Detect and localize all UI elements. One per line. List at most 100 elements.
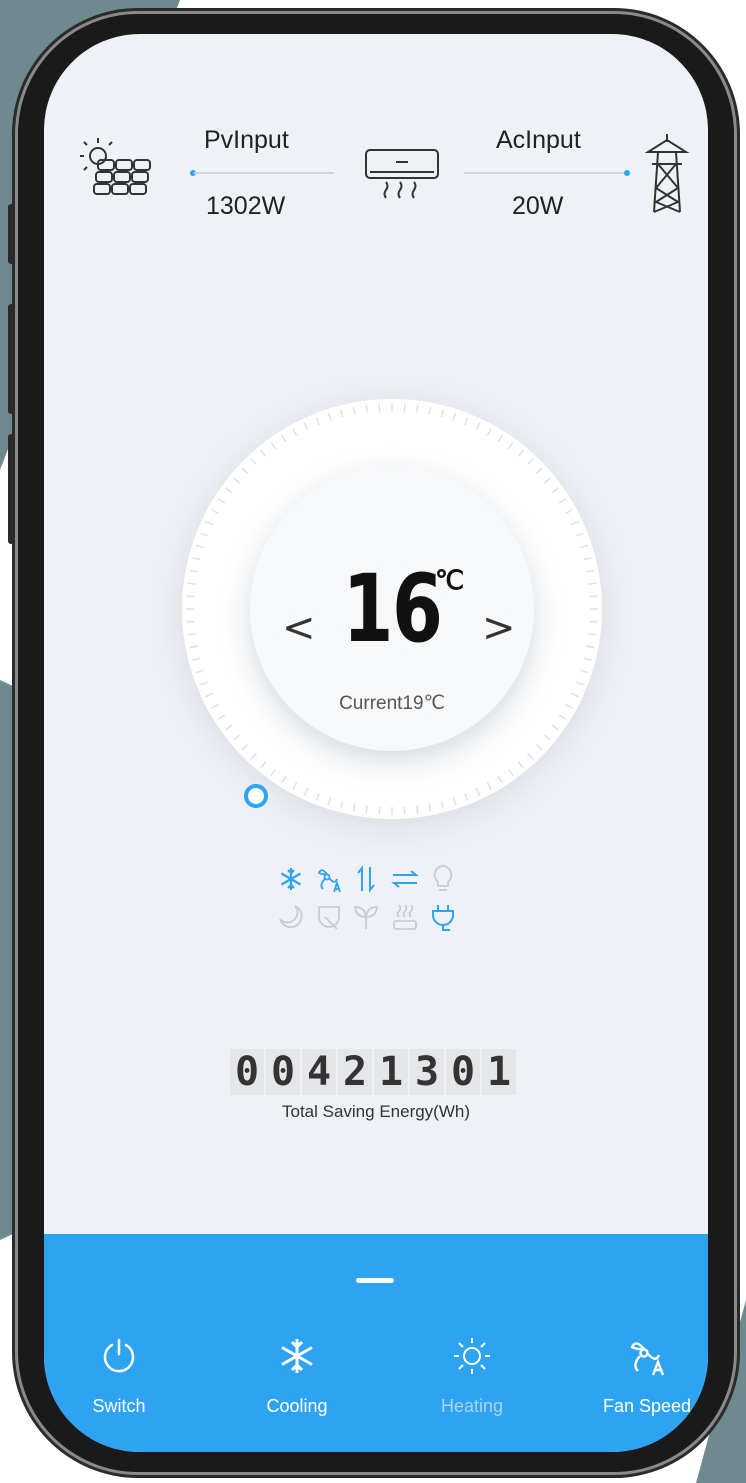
dial-tick: [378, 806, 381, 815]
dial-tick: [583, 657, 592, 661]
dial-tick: [588, 582, 597, 585]
dial-tick: [544, 477, 552, 484]
dial-tick: [570, 692, 579, 698]
ac-input-value: 20W: [512, 192, 564, 220]
switch-button[interactable]: Switch: [64, 1334, 174, 1424]
dial-handle[interactable]: [244, 784, 268, 808]
fan-speed-button[interactable]: Fan Speed: [592, 1334, 702, 1424]
dial-tick: [440, 800, 444, 809]
dial-tick: [551, 724, 560, 731]
dial-tick: [403, 806, 406, 815]
set-temperature: 16: [342, 555, 443, 664]
dial-tick: [586, 569, 595, 573]
dial-tick: [270, 441, 277, 450]
increase-temp-button[interactable]: >: [482, 605, 516, 651]
dial-tick: [217, 714, 226, 721]
dial-tick: [507, 441, 514, 450]
dial-tick: [565, 703, 573, 709]
pv-input-label: PvInput: [204, 126, 289, 154]
dial-tick: [211, 703, 219, 709]
control-panel: Switch Cooling Heating Fan Speed: [44, 1234, 708, 1452]
dial-tick: [327, 412, 332, 421]
dial-tick: [250, 458, 258, 466]
side-button: [8, 304, 14, 414]
plug-icon: [428, 902, 458, 932]
dial-tick: [292, 428, 298, 436]
snowflake-icon: [275, 1334, 319, 1378]
current-temperature: Current19℃: [339, 693, 445, 714]
dial-tick: [535, 467, 543, 475]
plant-icon: [351, 902, 381, 932]
dial-tick: [205, 520, 214, 526]
counter-digit: 0: [230, 1049, 264, 1095]
dial-tick: [575, 532, 584, 537]
dial-tick: [195, 544, 204, 549]
counter-digit: 0: [266, 1049, 300, 1095]
dial-tick: [352, 406, 356, 415]
dial-tick: [365, 805, 368, 814]
dial-tick: [241, 467, 249, 475]
temperature-dial[interactable]: < 16 ℃ > Current19℃: [182, 399, 602, 819]
dial-tick: [586, 645, 595, 649]
app-screen: PvInput 1302W AcInput 20W < 16 ℃ > Curre…: [44, 34, 708, 1452]
dial-tick: [475, 422, 481, 431]
dial-tick: [416, 404, 419, 413]
dial-tick: [189, 569, 198, 573]
dial-tick: [570, 520, 579, 526]
flow-line: [194, 172, 334, 174]
air-conditioner-icon: [362, 146, 442, 205]
dial-tick: [186, 620, 195, 623]
fan-auto-icon: [314, 864, 344, 894]
switch-label: Switch: [92, 1396, 146, 1416]
flow-line: [464, 172, 628, 174]
fan-auto-icon: [625, 1334, 669, 1378]
dial-tick: [583, 557, 592, 561]
dial-tick: [535, 743, 543, 751]
sun-icon: [450, 1334, 494, 1378]
ac-input-label: AcInput: [496, 126, 581, 154]
dial-tick: [575, 681, 584, 686]
side-button: [8, 204, 14, 264]
dial-tick: [192, 657, 201, 661]
dial-tick: [187, 633, 196, 636]
counter-digit: 0: [446, 1049, 480, 1095]
dial-tick: [497, 434, 504, 443]
dial-tick: [588, 633, 597, 636]
dial-tick: [315, 792, 320, 801]
side-button: [8, 434, 14, 544]
swing-vertical-icon: [351, 864, 381, 894]
dial-tick: [544, 734, 552, 741]
dial-tick: [440, 409, 444, 418]
power-tower-icon: [644, 132, 690, 221]
dial-tick: [241, 743, 249, 751]
energy-flow-bar: PvInput 1302W AcInput 20W: [44, 34, 708, 234]
panel-drag-handle[interactable]: [356, 1278, 394, 1283]
dial-tick: [189, 645, 198, 649]
energy-counter-label: Total Saving Energy(Wh): [281, 1102, 471, 1121]
dial-tick: [486, 782, 492, 790]
dial-tick: [280, 775, 287, 784]
power-icon: [97, 1334, 141, 1378]
dial-tick: [232, 477, 240, 484]
dial-tick: [526, 458, 534, 466]
cooling-button[interactable]: Cooling: [242, 1334, 352, 1424]
heating-button[interactable]: Heating: [417, 1334, 527, 1424]
counter-digit: 2: [338, 1049, 372, 1095]
temperature-unit: ℃: [435, 565, 465, 595]
dial-tick: [292, 782, 298, 790]
dial-tick: [486, 428, 492, 436]
dial-tick: [428, 803, 432, 812]
fan-speed-label: Fan Speed: [602, 1396, 692, 1416]
dial-tick: [200, 681, 209, 686]
counter-digit: 3: [410, 1049, 444, 1095]
dial-tick: [580, 544, 589, 549]
dial-tick: [452, 412, 457, 421]
energy-counter: 0 0 4 2 1 3 0 1: [230, 1049, 516, 1095]
dial-tick: [186, 595, 195, 598]
heating-label: Heating: [440, 1396, 504, 1416]
dial-tick: [260, 761, 267, 769]
dial-tick: [558, 497, 567, 504]
counter-digit: 1: [374, 1049, 408, 1095]
dial-tick: [250, 752, 258, 760]
dial-tick: [303, 787, 309, 796]
